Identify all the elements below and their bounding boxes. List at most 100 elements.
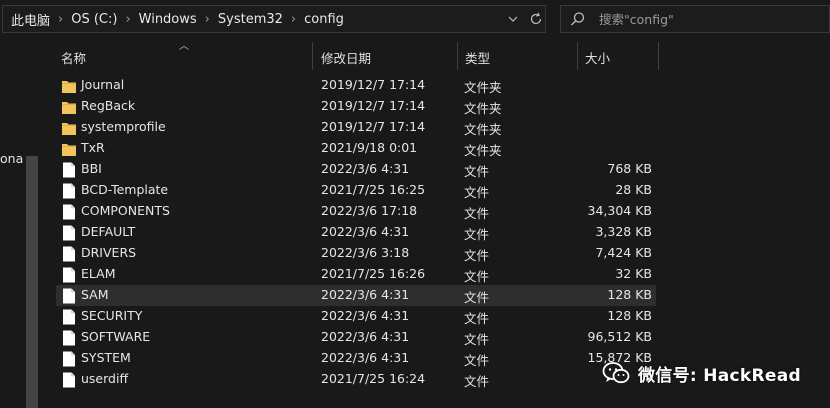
file-row[interactable]: DRIVERS 2022/3/6 3:18 文件 7,424 KB (56, 243, 656, 264)
column-name[interactable]: 名称 (61, 48, 86, 67)
chevron-right-icon[interactable]: › (125, 12, 130, 27)
file-icon (63, 372, 75, 388)
file-icon (63, 246, 75, 262)
file-date: 2022/3/6 4:31 (321, 224, 410, 239)
file-name: SOFTWARE (81, 329, 151, 344)
search-icon (571, 12, 585, 26)
file-name: BCD-Template (81, 182, 169, 197)
file-row[interactable]: Journal 2019/12/7 17:14 文件夹 (56, 75, 656, 96)
file-type: 文件 (464, 374, 490, 389)
chevron-right-icon[interactable]: › (291, 12, 296, 27)
file-row[interactable]: BCD-Template 2021/7/25 16:25 文件 28 KB (56, 180, 656, 201)
file-type: 文件夹 (464, 143, 502, 158)
file-date: 2022/3/6 4:31 (321, 161, 410, 176)
file-icon (63, 288, 75, 304)
file-size: 128 KB (607, 287, 652, 302)
column-divider[interactable] (658, 42, 659, 70)
file-date: 2019/12/7 17:14 (321, 98, 426, 113)
file-type: 文件 (464, 269, 490, 284)
file-date: 2021/9/18 0:01 (321, 140, 418, 155)
folder-icon (62, 102, 76, 114)
file-size: 7,424 KB (595, 245, 652, 260)
file-name: userdiff (81, 371, 129, 386)
file-type: 文件夹 (464, 101, 502, 116)
file-name: RegBack (81, 98, 136, 113)
file-row[interactable]: ELAM 2021/7/25 16:26 文件 32 KB (56, 264, 656, 285)
file-name: BBI (81, 161, 102, 176)
file-size: 3,328 KB (595, 224, 652, 239)
file-icon (63, 225, 75, 241)
file-type: 文件夹 (464, 122, 502, 137)
crumb-this-pc[interactable]: 此电脑 (11, 10, 50, 29)
folder-icon (62, 81, 76, 93)
file-type: 文件 (464, 227, 490, 242)
file-size: 28 KB (615, 182, 652, 197)
address-bar[interactable]: 此电脑 › OS (C:) › Windows › System32 › con… (2, 5, 546, 33)
file-icon (63, 267, 75, 283)
file-size: 768 KB (607, 161, 652, 176)
file-type: 文件夹 (464, 80, 502, 95)
folder-icon (62, 123, 76, 135)
file-row[interactable]: BBI 2022/3/6 4:31 文件 768 KB (56, 159, 656, 180)
crumb-system32[interactable]: System32 (218, 12, 283, 27)
file-date: 2019/12/7 17:14 (321, 77, 426, 92)
column-date[interactable]: 修改日期 (321, 48, 371, 67)
file-type: 文件 (464, 164, 490, 179)
file-type: 文件 (464, 353, 490, 368)
file-name: DEFAULT (81, 224, 136, 239)
search-box[interactable] (560, 5, 830, 33)
crumb-windows[interactable]: Windows (139, 12, 197, 27)
navigation-pane: ona (0, 38, 40, 408)
column-divider[interactable] (577, 42, 578, 70)
file-row[interactable]: userdiff 2021/7/25 16:24 文件 (56, 369, 656, 390)
file-size: 34,304 KB (587, 203, 652, 218)
refresh-button[interactable] (525, 6, 547, 32)
address-history-button[interactable] (503, 6, 523, 32)
file-icon (63, 204, 75, 220)
file-type: 文件 (464, 206, 490, 221)
search-input[interactable] (599, 9, 819, 29)
file-type: 文件 (464, 311, 490, 326)
file-row[interactable]: systemprofile 2019/12/7 17:14 文件夹 (56, 117, 656, 138)
refresh-icon (530, 12, 542, 25)
file-date: 2021/7/25 16:25 (321, 182, 426, 197)
file-row[interactable]: SECURITY 2022/3/6 4:31 文件 128 KB (56, 306, 656, 327)
file-icon (63, 330, 75, 346)
file-row[interactable]: TxR 2021/9/18 0:01 文件夹 (56, 138, 656, 159)
chevron-right-icon[interactable]: › (58, 12, 63, 27)
column-divider[interactable] (457, 42, 458, 70)
chevron-down-icon (508, 16, 518, 22)
chevron-right-icon[interactable]: › (205, 12, 210, 27)
file-row[interactable]: DEFAULT 2022/3/6 4:31 文件 3,328 KB (56, 222, 656, 243)
file-icon (63, 351, 75, 367)
toolbar: 此电脑 › OS (C:) › Windows › System32 › con… (0, 0, 830, 38)
file-date: 2022/3/6 4:31 (321, 308, 410, 323)
file-type: 文件 (464, 248, 490, 263)
file-icon (63, 309, 75, 325)
crumb-os-drive[interactable]: OS (C:) (71, 12, 117, 27)
file-row[interactable]: SOFTWARE 2022/3/6 4:31 文件 96,512 KB (56, 327, 656, 348)
column-header: ︿ 名称 修改日期 类型 大小 (40, 38, 830, 72)
file-name: COMPONENTS (81, 203, 170, 218)
file-row[interactable]: SYSTEM 2022/3/6 4:31 文件 15,872 KB (56, 348, 656, 369)
file-date: 2022/3/6 4:31 (321, 329, 410, 344)
column-divider[interactable] (312, 42, 313, 70)
file-date: 2022/3/6 4:31 (321, 350, 410, 365)
file-row[interactable]: RegBack 2019/12/7 17:14 文件夹 (56, 96, 656, 117)
file-type: 文件 (464, 290, 490, 305)
file-date: 2021/7/25 16:26 (321, 266, 426, 281)
column-size[interactable]: 大小 (585, 48, 610, 67)
file-type: 文件 (464, 332, 490, 347)
folder-icon (62, 144, 76, 156)
file-size: 128 KB (607, 308, 652, 323)
nav-item-label[interactable]: ona (0, 151, 23, 166)
file-date: 2022/3/6 17:18 (321, 203, 418, 218)
file-name: Journal (81, 77, 125, 92)
file-row[interactable]: COMPONENTS 2022/3/6 17:18 文件 34,304 KB (56, 201, 656, 222)
file-name: DRIVERS (81, 245, 137, 260)
watermark: 微信号: HackRead (602, 360, 801, 386)
file-row[interactable]: SAM 2022/3/6 4:31 文件 128 KB (56, 285, 656, 306)
nav-scrollbar-thumb[interactable] (26, 156, 38, 408)
crumb-config[interactable]: config (304, 12, 344, 27)
column-type[interactable]: 类型 (465, 48, 490, 67)
